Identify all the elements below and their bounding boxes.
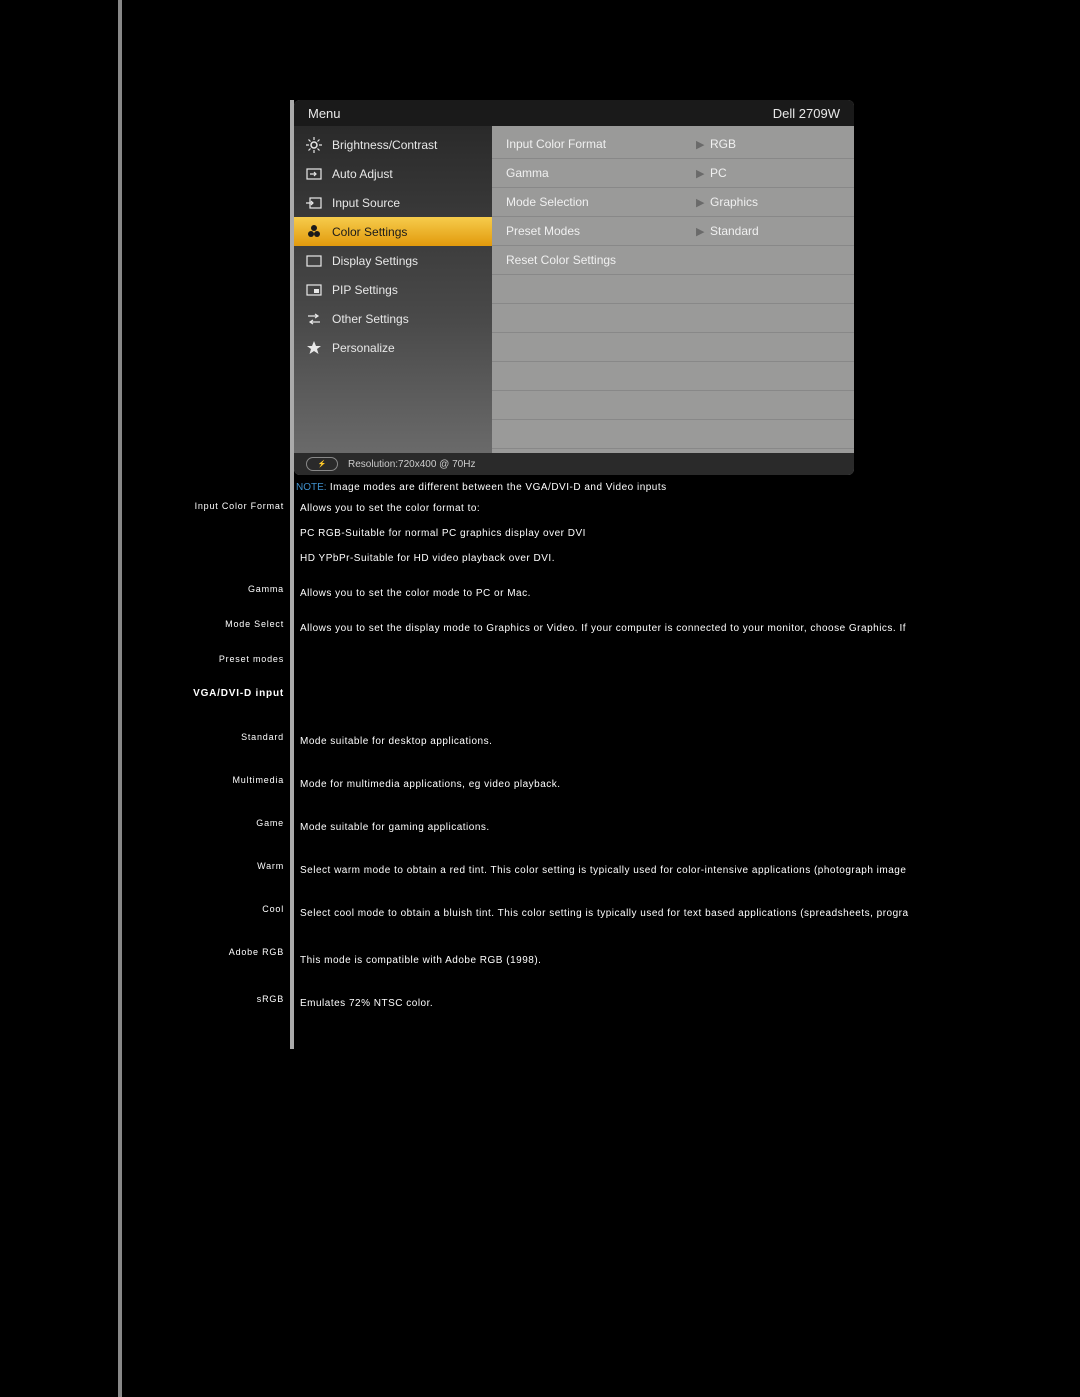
setting-key: Gamma: [506, 166, 696, 180]
row-label-multimedia: Multimedia: [232, 775, 284, 785]
osd-body: Brightness/Contrast Auto Adjust: [294, 126, 854, 453]
resolution-text: Resolution:720x400 @ 70Hz: [348, 459, 475, 470]
desc-text: Select warm mode to obtain a red tint. T…: [300, 865, 1080, 876]
page: Menu Dell 2709W Brightness/Contrast: [0, 0, 1080, 1397]
menu-item-brightness[interactable]: Brightness/Contrast: [294, 130, 492, 159]
empty-row: [492, 362, 854, 391]
menu-item-pip-settings[interactable]: PIP Settings: [294, 275, 492, 304]
desc-text: This mode is compatible with Adobe RGB (…: [300, 955, 1080, 966]
row-label-standard: Standard: [241, 732, 284, 742]
menu-item-display-settings[interactable]: Display Settings: [294, 246, 492, 275]
desc-text: Emulates 72% NTSC color.: [300, 998, 1080, 1009]
empty-row: [492, 304, 854, 333]
star-icon: [304, 340, 324, 356]
menu-item-label: Color Settings: [332, 225, 407, 239]
row-label-mode-select: Mode Select: [225, 619, 284, 629]
auto-adjust-icon: [304, 166, 324, 182]
desc-text: Mode for multimedia applications, eg vid…: [300, 779, 1080, 790]
menu-item-color-settings[interactable]: Color Settings: [294, 217, 492, 246]
row-label-warm: Warm: [257, 861, 284, 871]
menu-item-label: Display Settings: [332, 254, 418, 268]
menu-item-label: PIP Settings: [332, 283, 398, 297]
chevron-right-icon: ▶: [696, 167, 710, 180]
setting-key: Mode Selection: [506, 195, 696, 209]
row-label-preset-modes: Preset modes: [219, 654, 284, 664]
osd-panel: Menu Dell 2709W Brightness/Contrast: [294, 100, 854, 475]
setting-row-gamma[interactable]: Gamma ▶ PC: [492, 159, 854, 188]
desc-text: Allows you to set the color mode to PC o…: [300, 588, 1080, 599]
osd-left-menu: Brightness/Contrast Auto Adjust: [294, 126, 492, 453]
menu-item-label: Other Settings: [332, 312, 409, 326]
setting-row-mode-selection[interactable]: Mode Selection ▶ Graphics: [492, 188, 854, 217]
setting-value: RGB: [710, 137, 842, 151]
note-prefix: NOTE:: [296, 482, 327, 493]
desc-text: Allows you to set the color format to:: [300, 503, 1080, 514]
setting-key: Reset Color Settings: [506, 253, 696, 267]
setting-row-reset-color[interactable]: Reset Color Settings: [492, 246, 854, 275]
desc-text: Mode suitable for gaming applications.: [300, 822, 1080, 833]
osd-footer: ⚡ Resolution:720x400 @ 70Hz: [294, 453, 854, 475]
chevron-right-icon: ▶: [696, 225, 710, 238]
menu-item-label: Input Source: [332, 196, 400, 210]
desc-text: Allows you to set the display mode to Gr…: [300, 623, 1080, 634]
menu-item-auto-adjust[interactable]: Auto Adjust: [294, 159, 492, 188]
energy-star-icon: ⚡: [306, 457, 338, 471]
osd-title-bar: Menu Dell 2709W: [294, 100, 854, 126]
row-label-adobe-rgb: Adobe RGB: [229, 947, 284, 957]
setting-value: PC: [710, 166, 842, 180]
row-heading-vga-dvi: VGA/DVI-D input: [193, 688, 284, 699]
content-column: Menu Dell 2709W Brightness/Contrast: [120, 0, 1080, 1397]
desc-text: Mode suitable for desktop applications.: [300, 736, 1080, 747]
chevron-right-icon: ▶: [696, 138, 710, 151]
osd-title-text: Menu: [308, 106, 341, 121]
empty-row: [492, 391, 854, 420]
display-settings-icon: [304, 253, 324, 269]
setting-row-input-color-format[interactable]: Input Color Format ▶ RGB: [492, 130, 854, 159]
empty-row: [492, 275, 854, 304]
menu-item-label: Personalize: [332, 341, 395, 355]
pip-settings-icon: [304, 282, 324, 298]
empty-row: [492, 333, 854, 362]
menu-item-label: Brightness/Contrast: [332, 138, 437, 152]
row-label-input-color-format: Input Color Format: [195, 501, 284, 511]
color-settings-icon: [304, 224, 324, 240]
setting-value: Graphics: [710, 195, 842, 209]
input-source-icon: [304, 195, 324, 211]
osd-model-text: Dell 2709W: [773, 106, 840, 121]
definition-table: Menu Dell 2709W Brightness/Contrast: [162, 100, 1080, 1049]
note-text: Image modes are different between the VG…: [327, 482, 667, 493]
row-label-game: Game: [256, 818, 284, 828]
menu-item-personalize[interactable]: Personalize: [294, 333, 492, 362]
other-settings-icon: [304, 311, 324, 327]
left-margin: [0, 0, 120, 1397]
row-label-gamma: Gamma: [248, 584, 284, 594]
osd-right-panel: Input Color Format ▶ RGB Gamma ▶ PC: [492, 126, 854, 453]
setting-row-preset-modes[interactable]: Preset Modes ▶ Standard: [492, 217, 854, 246]
brightness-icon: [304, 137, 324, 153]
chevron-right-icon: ▶: [696, 196, 710, 209]
desc-text: PC RGB-Suitable for normal PC graphics d…: [300, 528, 1080, 539]
menu-item-label: Auto Adjust: [332, 167, 393, 181]
desc-text: Select cool mode to obtain a bluish tint…: [300, 908, 1080, 919]
menu-item-other-settings[interactable]: Other Settings: [294, 304, 492, 333]
menu-item-input-source[interactable]: Input Source: [294, 188, 492, 217]
row-label-srgb: sRGB: [257, 994, 284, 1004]
empty-row: [492, 420, 854, 449]
row-label-cool: Cool: [262, 904, 284, 914]
setting-value: Standard: [710, 224, 842, 238]
setting-key: Preset Modes: [506, 224, 696, 238]
desc-text: HD YPbPr-Suitable for HD video playback …: [300, 553, 1080, 564]
setting-key: Input Color Format: [506, 137, 696, 151]
